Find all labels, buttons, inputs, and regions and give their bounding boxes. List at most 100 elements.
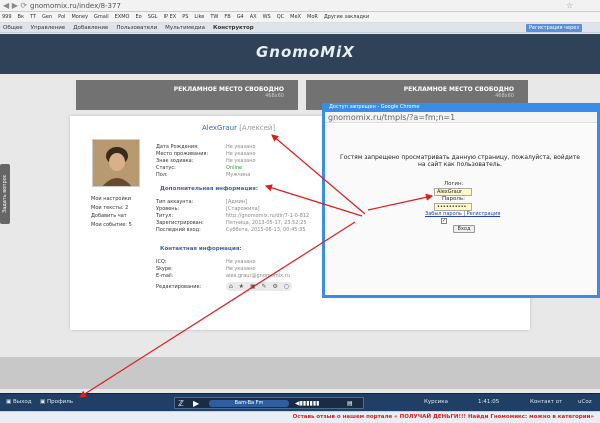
home-icon[interactable]: ⌂: [229, 283, 233, 290]
row-key: Уровень:: [156, 206, 180, 212]
avatar: [92, 139, 140, 187]
realname: [Алексей]: [239, 124, 276, 132]
gear-icon[interactable]: ⚙: [272, 283, 277, 290]
row-key: Skype:: [156, 266, 173, 272]
profile-link[interactable]: ▣ Профиль: [40, 399, 73, 406]
admin-item[interactable]: Добавление: [73, 23, 108, 32]
profile-label: Профиль: [46, 399, 73, 405]
my-events-link[interactable]: Мои событие: 5: [91, 222, 132, 229]
ad-size: 468x60: [265, 93, 284, 99]
row-key: Пол:: [156, 172, 168, 178]
contact-link[interactable]: Контакт от: [530, 399, 562, 406]
bookmark-item[interactable]: MoR: [307, 12, 318, 22]
add-chat-link[interactable]: Добавить чат: [91, 213, 127, 220]
bookmark-item[interactable]: Вк: [18, 12, 24, 22]
back-forward-icons[interactable]: ◀ ▶ ⟳: [3, 1, 27, 11]
image-icon[interactable]: ▣: [250, 283, 256, 290]
profile-row: E-mail: alex.graur@gnomomix.ru: [156, 273, 290, 279]
edit-toolbar: ⌂ ★ ▣ ✎ ⚙ ○: [226, 282, 292, 291]
profile-row: Статус: Online: [156, 165, 242, 171]
extra-info-heading: Дополнительная информация:: [160, 186, 259, 192]
dialog-links: Забыл пароль | Регистрация: [425, 211, 501, 217]
chat-icon[interactable]: ▤: [347, 399, 353, 408]
admin-item[interactable]: Общее: [3, 23, 23, 32]
email-link[interactable]: alex.graur@gnomomix.ru: [226, 273, 290, 279]
admin-item[interactable]: Конструктор: [213, 23, 254, 32]
window-url: gnomomix.ru/tmpls/?a=fm;n=1: [325, 112, 597, 123]
admin-item[interactable]: Мультимедиа: [165, 23, 205, 32]
bookmark-star-icon[interactable]: ☆: [566, 2, 573, 10]
bookmark-item[interactable]: Money: [71, 12, 88, 22]
bookmark-item[interactable]: Gmail: [94, 12, 109, 22]
exit-link[interactable]: ▣ Выход: [6, 399, 32, 406]
profile-row: Титул: http://gnomomix.ru/dir/7-1-0-812: [156, 213, 309, 219]
profile-row: Знак зодиака: Не указано: [156, 158, 256, 164]
bookmark-item[interactable]: IP EX: [164, 12, 177, 22]
admin-bar: Общее Управление Добавление Пользователи…: [0, 23, 600, 33]
edit-icon[interactable]: ✎: [262, 283, 267, 290]
bookmark-item[interactable]: 999: [2, 12, 12, 22]
bookmark-item[interactable]: SGL: [148, 12, 158, 22]
bookmark-item[interactable]: WS: [263, 12, 271, 22]
ad-label: РЕКЛАМНОЕ МЕСТО СВОБОДНО: [173, 86, 284, 93]
url-field[interactable]: gnomomix.ru/index/8-377: [30, 1, 121, 11]
admin-item[interactable]: Управление: [31, 23, 66, 32]
ucoz-link[interactable]: uCoz: [578, 399, 592, 406]
profile-row: ICQ: Не указано: [156, 259, 256, 265]
row-value: Не указано: [226, 259, 256, 265]
row-key: E-mail:: [156, 273, 174, 279]
bookmark-item[interactable]: MeX: [290, 12, 301, 22]
clock: 1:41:05: [478, 399, 500, 405]
page-footer: [0, 357, 600, 389]
bookmark-item[interactable]: Другие закладки: [324, 12, 369, 22]
bookmark-item[interactable]: FB: [224, 12, 230, 22]
row-value: [Старожила]: [226, 206, 260, 212]
bookmark-item[interactable]: TW: [210, 12, 218, 22]
row-key: Тип аккаунта:: [156, 199, 194, 205]
login-submit-button[interactable]: Вход: [453, 225, 475, 233]
kurs-link[interactable]: Курсика: [424, 399, 448, 406]
radio-logo-icon: ℤ: [178, 399, 184, 408]
my-settings-link[interactable]: Мои настройки: [91, 196, 131, 203]
circle-icon[interactable]: ○: [284, 283, 289, 290]
bookmark-item[interactable]: G4: [237, 12, 244, 22]
title-link[interactable]: http://gnomomix.ru/dir/7-1-0-812: [226, 213, 309, 219]
row-key: Статус:: [156, 165, 176, 171]
ask-question-tab[interactable]: Задать вопрос: [0, 164, 10, 224]
bookmark-item[interactable]: Ео: [135, 12, 141, 22]
bookmark-item[interactable]: QC: [277, 12, 284, 22]
volume-icon[interactable]: ◀▮▮▮▮▮▮: [295, 399, 319, 408]
ad-size: 468x60: [495, 93, 514, 99]
bookmark-item[interactable]: PS: [182, 12, 188, 22]
bookmark-item[interactable]: Gen: [42, 12, 52, 22]
profile-row: Редактирование:: [156, 284, 201, 290]
bookmark-item[interactable]: TT: [30, 12, 36, 22]
bookmark-item[interactable]: AX: [250, 12, 257, 22]
guest-message: Гостям запрещено просматривать данную ст…: [340, 154, 580, 168]
profile-row: Тип аккаунта: [Админ]: [156, 199, 247, 205]
row-value: [Админ]: [226, 199, 248, 205]
profile-row: Зарегистрирован: Пятница, 2013-05-17, 23:…: [156, 220, 307, 226]
login-input[interactable]: AlexGraur: [434, 188, 472, 196]
forgot-password-link[interactable]: Забыл пароль: [425, 211, 462, 217]
profile-row: Последний вход: Суббота, 2015-06-13, 00:4…: [156, 227, 306, 233]
profile-row: Место проживания: Не указано: [156, 151, 256, 157]
admin-item[interactable]: Пользователи: [116, 23, 157, 32]
bookmark-item[interactable]: EXMO: [115, 12, 130, 22]
password-input[interactable]: ••••••••••: [434, 203, 472, 211]
ad-banner[interactable]: РЕКЛАМНОЕ МЕСТО СВОБОДНО 468x60: [76, 80, 298, 110]
register-via-button[interactable]: Регистрация через: [525, 24, 582, 32]
my-texts-link[interactable]: Мои тексты: 2: [91, 205, 128, 212]
row-value: Не указано: [226, 151, 256, 157]
bookmark-item[interactable]: Pol: [58, 12, 65, 22]
site-logo[interactable]: GnomoMiX: [256, 42, 354, 62]
register-link[interactable]: Регистрация: [467, 211, 501, 217]
play-icon[interactable]: ▶: [193, 399, 199, 408]
remember-checkbox[interactable]: ✓: [441, 218, 447, 224]
news-ticker[interactable]: Оставь отзыв о нашем портале « ПОЛУЧАЙ Д…: [0, 411, 600, 423]
row-key: Место проживания:: [156, 151, 209, 157]
row-key: Последний вход:: [156, 227, 201, 233]
bookmark-item[interactable]: Like: [194, 12, 204, 22]
contact-info-heading: Контактная информация:: [160, 246, 242, 252]
star-icon[interactable]: ★: [239, 283, 244, 290]
